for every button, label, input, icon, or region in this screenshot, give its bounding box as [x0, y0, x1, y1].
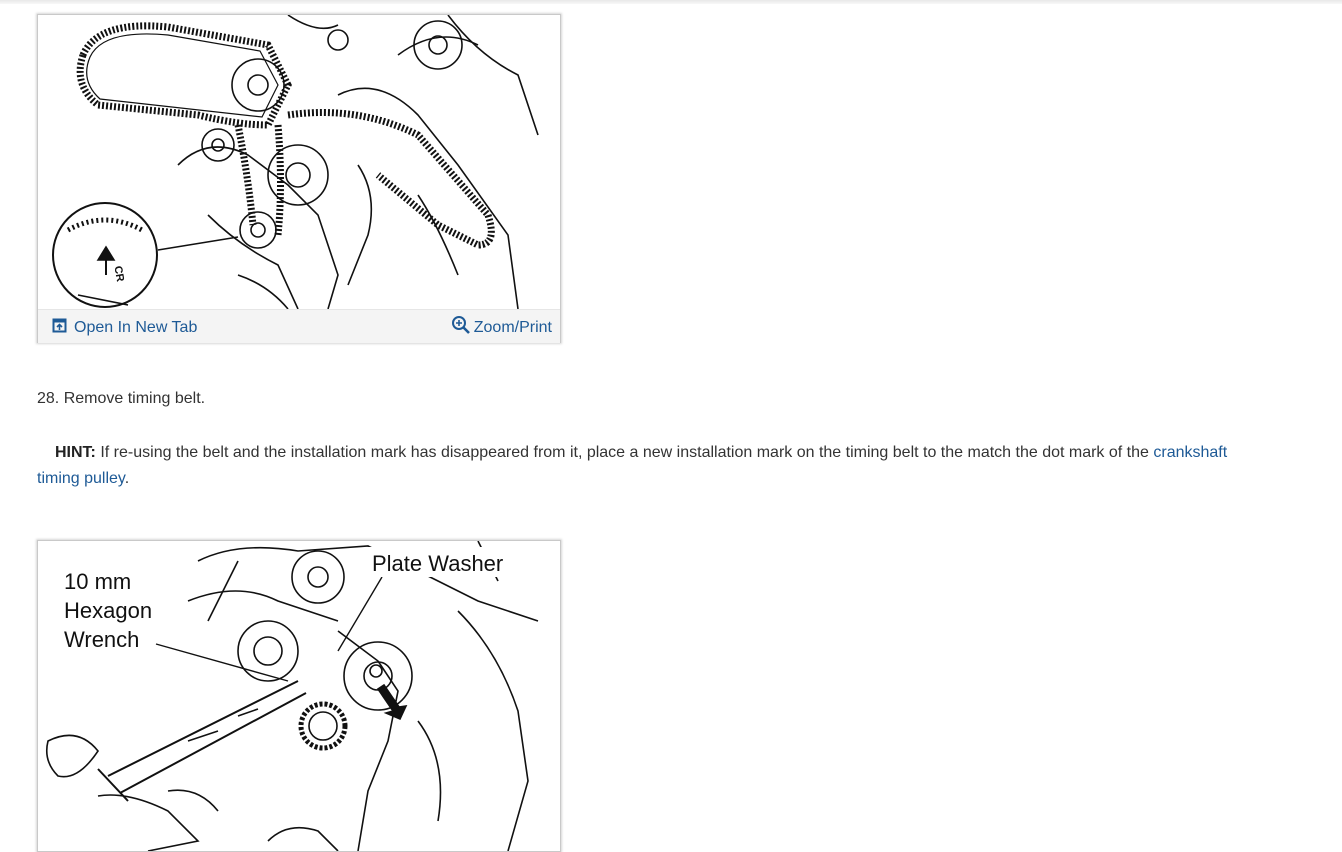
figure-image-2[interactable]: 10 mm Hexagon Wrench Plate Washer: [38, 541, 560, 851]
plate-washer-label: Plate Washer: [372, 551, 503, 576]
zoom-in-icon: [451, 315, 471, 340]
wrench-label-line3: Wrench: [64, 627, 139, 652]
zoom-print-label: Zoom/Print: [473, 318, 552, 336]
hint-label: HINT:: [55, 444, 96, 461]
zoom-print-button[interactable]: Zoom/Print: [451, 315, 552, 340]
step-instruction: 28. Remove timing belt.: [37, 390, 205, 408]
wrench-label-line1: 10 mm: [64, 569, 131, 594]
open-in-new-tab-icon: [52, 318, 67, 338]
plate-washer-illustration: 10 mm Hexagon Wrench Plate Washer: [45, 541, 539, 851]
hint-paragraph: HINT: If re-using the belt and the insta…: [37, 440, 1267, 492]
hint-text: If re-using the belt and the installatio…: [100, 444, 1149, 461]
timing-belt-illustration: CR: [52, 15, 539, 309]
open-in-new-tab-button[interactable]: Open In New Tab: [52, 318, 197, 338]
figure-plate-washer: 10 mm Hexagon Wrench Plate Washer: [37, 540, 561, 852]
wrench-label-line2: Hexagon: [64, 598, 152, 623]
hint-text-end: .: [124, 470, 130, 487]
top-bar: [0, 0, 1342, 4]
step-number: 28.: [37, 390, 60, 407]
figure-image[interactable]: CR: [38, 15, 560, 309]
callout-cr-text: CR: [111, 265, 126, 283]
figure-timing-belt-overview: CR Open In New Tab Zoom/Print: [37, 14, 561, 343]
step-text: Remove timing belt.: [63, 390, 206, 407]
open-in-new-tab-label: Open In New Tab: [74, 319, 198, 336]
figure-footer: Open In New Tab Zoom/Print: [38, 309, 560, 343]
